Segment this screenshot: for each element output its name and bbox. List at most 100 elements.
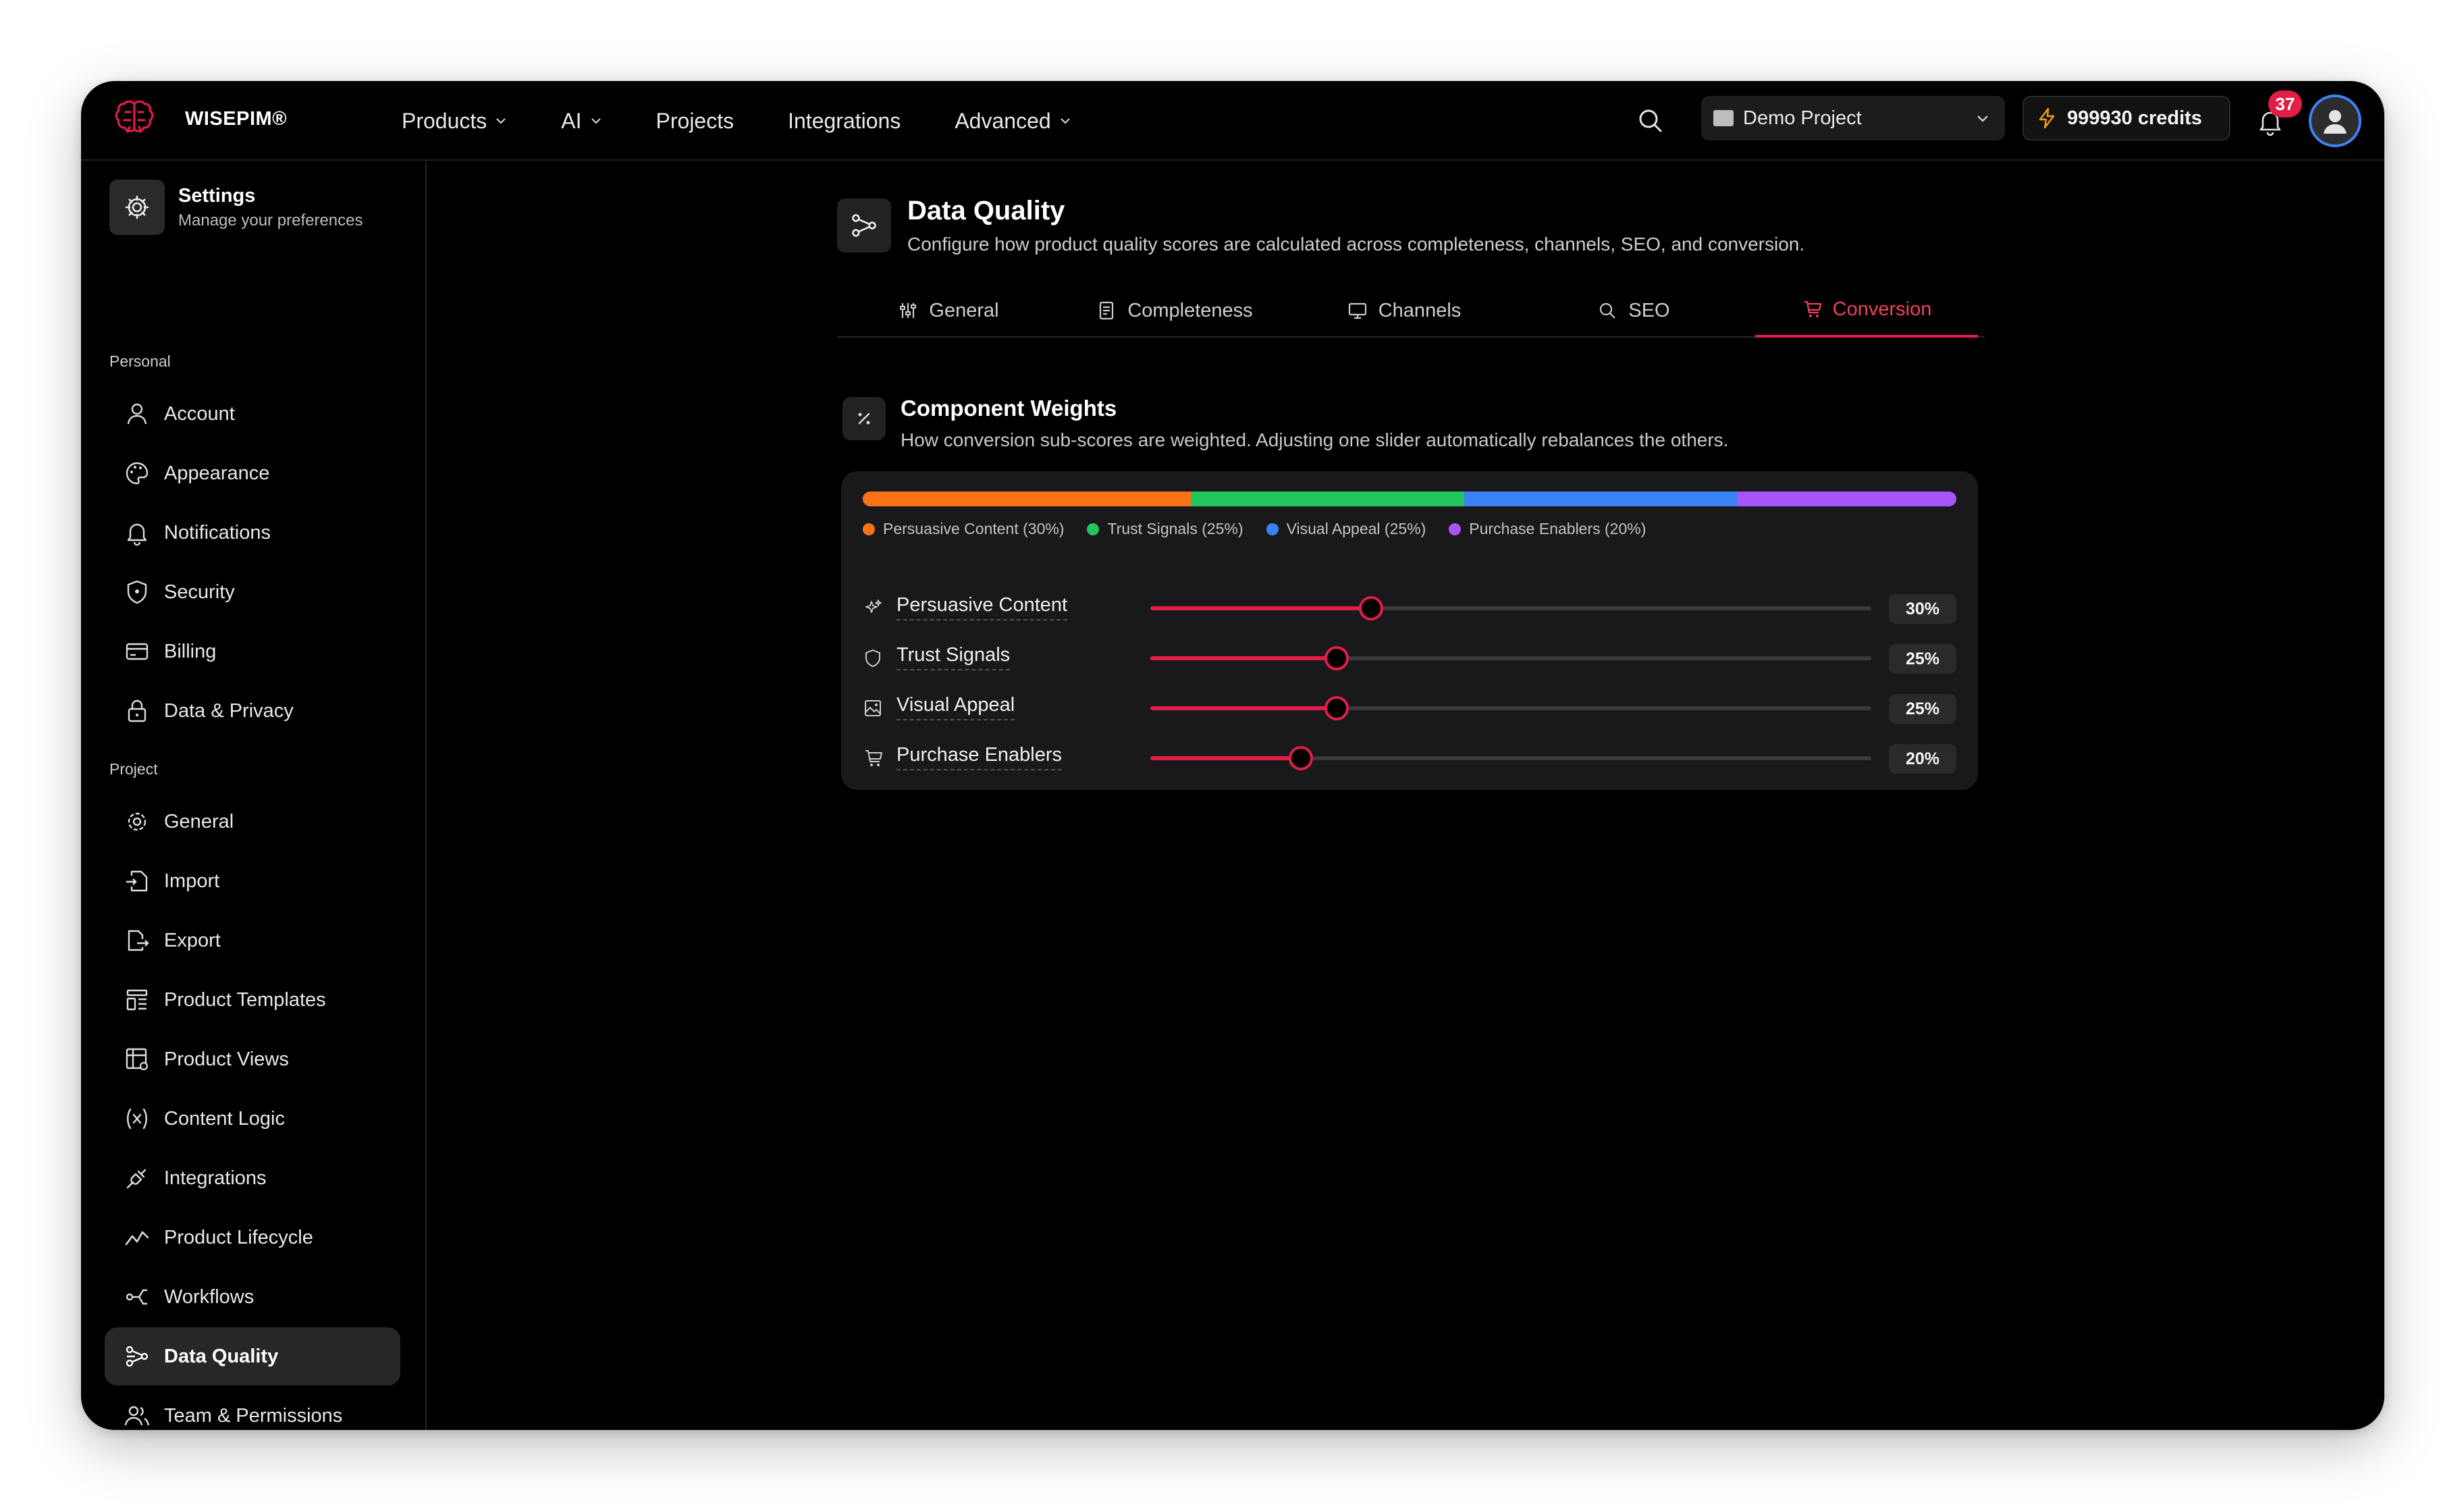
weight-row-visual-appeal: Visual Appeal 25% xyxy=(863,687,1956,728)
percent-icon xyxy=(842,397,886,440)
legend-label: Visual Appeal (25%) xyxy=(1286,520,1426,537)
tab-label: SEO xyxy=(1628,299,1670,321)
weight-row-trust-signals: Trust Signals 25% xyxy=(863,637,1956,678)
nav-products[interactable]: Products xyxy=(402,109,507,134)
sidebar-item-label: Appearance xyxy=(164,462,270,484)
project-name: Demo Project xyxy=(1743,107,1862,129)
trend-icon xyxy=(125,1231,149,1246)
persuasive-content-slider[interactable] xyxy=(1150,596,1871,620)
nav-integrations[interactable]: Integrations xyxy=(788,109,901,134)
sidebar-item-billing[interactable]: Billing xyxy=(105,622,400,681)
image-icon xyxy=(865,700,881,716)
file-import-icon xyxy=(126,870,148,892)
stacked-bar-segment xyxy=(1464,492,1738,506)
weight-label: Visual Appeal xyxy=(896,694,1015,720)
workflow-icon xyxy=(126,1289,147,1305)
sidebar-item-integrations[interactable]: Integrations xyxy=(105,1149,400,1207)
tab-label: Conversion xyxy=(1832,298,1932,320)
legend-label: Purchase Enablers (20%) xyxy=(1469,520,1646,537)
plug-icon xyxy=(126,1169,146,1189)
sidebar-item-label: Notifications xyxy=(164,521,271,544)
slider-thumb[interactable] xyxy=(1289,746,1314,770)
sidebar-item-label: General xyxy=(164,810,234,832)
purchase-enablers-slider[interactable] xyxy=(1150,746,1871,770)
nav-ai[interactable]: AI xyxy=(561,109,601,134)
sidebar-item-workflows[interactable]: Workflows xyxy=(105,1268,400,1326)
stacked-bar-segment xyxy=(1191,492,1464,506)
nav-projects-label: Projects xyxy=(655,108,734,133)
shield-icon xyxy=(127,580,147,604)
sidebar-item-import[interactable]: Import xyxy=(105,852,400,910)
users-icon xyxy=(124,1406,150,1426)
section-label-project: Project xyxy=(109,760,158,778)
main-nav: Products AI Projects Integrations Advanc… xyxy=(402,81,1125,161)
section-label-personal: Personal xyxy=(109,352,171,370)
data-quality-icon xyxy=(126,1346,149,1367)
checklist-icon xyxy=(1100,301,1114,320)
file-export-icon xyxy=(128,930,149,951)
notification-badge: 37 xyxy=(2268,90,2302,117)
sidebar-item-notifications[interactable]: Notifications xyxy=(105,504,400,562)
weight-label: Persuasive Content xyxy=(896,594,1068,620)
gear-icon xyxy=(109,180,165,235)
tab-channels[interactable]: Channels xyxy=(1289,284,1519,338)
shield-icon xyxy=(865,649,880,668)
visual-appeal-slider[interactable] xyxy=(1150,696,1871,720)
nav-advanced[interactable]: Advanced xyxy=(955,109,1071,134)
sidebar-item-account[interactable]: Account xyxy=(105,385,400,443)
sidebar-item-label: Data Quality xyxy=(164,1345,279,1367)
tab-bar: General Completeness Channels SEO Conver… xyxy=(837,284,1985,338)
sidebar-item-product-lifecycle[interactable]: Product Lifecycle xyxy=(105,1209,400,1267)
nav-projects[interactable]: Projects xyxy=(656,109,734,134)
nav-advanced-label: Advanced xyxy=(955,108,1051,133)
tab-label: Channels xyxy=(1378,299,1462,321)
tab-seo[interactable]: SEO xyxy=(1519,284,1748,338)
legend-item: Visual Appeal (25%) xyxy=(1266,520,1426,538)
weight-value: 20% xyxy=(1889,744,1956,774)
weights-legend: Persuasive Content (30%) Trust Signals (2… xyxy=(863,520,1669,538)
tab-general[interactable]: General xyxy=(837,284,1060,338)
page-subtitle: Configure how product quality scores are… xyxy=(907,234,1805,255)
page-title: Data Quality xyxy=(907,196,1065,226)
brain-logo-icon[interactable] xyxy=(109,96,159,146)
data-quality-icon xyxy=(837,198,891,253)
cart-icon xyxy=(865,750,882,766)
tab-conversion[interactable]: Conversion xyxy=(1755,284,1978,338)
weight-row-purchase-enablers: Purchase Enablers 20% xyxy=(863,737,1956,778)
slider-thumb[interactable] xyxy=(1324,646,1349,670)
chevron-down-icon xyxy=(1977,115,1988,122)
tab-label: General xyxy=(929,299,999,321)
variable-icon xyxy=(127,1108,147,1130)
table-settings-icon xyxy=(126,1048,149,1071)
sidebar-item-export[interactable]: Export xyxy=(105,911,400,970)
nav-integrations-label: Integrations xyxy=(788,108,901,133)
slider-thumb[interactable] xyxy=(1358,596,1383,620)
slider-thumb[interactable] xyxy=(1324,696,1349,720)
sidebar-item-security[interactable]: Security xyxy=(105,563,400,621)
bell-icon xyxy=(127,523,147,546)
sidebar-item-general[interactable]: General xyxy=(105,793,400,851)
credits-label: 999930 credits xyxy=(2067,107,2202,129)
sidebar-item-data-privacy[interactable]: Data & Privacy xyxy=(105,682,400,740)
project-selector[interactable]: Demo Project xyxy=(1701,96,2005,140)
sidebar-item-product-views[interactable]: Product Views xyxy=(105,1030,400,1088)
legend-dot xyxy=(1266,523,1279,535)
sidebar-item-content-logic[interactable]: Content Logic xyxy=(105,1090,400,1148)
search-icon[interactable] xyxy=(1634,104,1667,138)
component-weights-subtitle: How conversion sub-scores are weighted. … xyxy=(901,429,1729,450)
chevron-down-icon xyxy=(591,118,601,124)
credits-button[interactable]: 999930 credits xyxy=(2023,96,2230,140)
avatar[interactable] xyxy=(2309,95,2361,147)
sidebar-item-data-quality[interactable]: Data Quality xyxy=(105,1327,400,1385)
sidebar-item-appearance[interactable]: Appearance xyxy=(105,444,400,502)
settings-sidebar: Settings Manage your preferences Persona… xyxy=(81,162,427,1430)
tab-completeness[interactable]: Completeness xyxy=(1060,284,1289,338)
legend-label: Persuasive Content (30%) xyxy=(883,520,1065,537)
legend-item: Purchase Enablers (20%) xyxy=(1449,520,1646,538)
weight-label: Trust Signals xyxy=(896,644,1011,670)
sidebar-item-team-permissions[interactable]: Team & Permissions xyxy=(105,1387,400,1430)
gear-icon xyxy=(128,812,146,831)
trust-signals-slider[interactable] xyxy=(1150,646,1871,670)
sidebar-item-product-templates[interactable]: Product Templates xyxy=(105,971,400,1029)
sidebar-item-label: Product Views xyxy=(164,1048,289,1070)
